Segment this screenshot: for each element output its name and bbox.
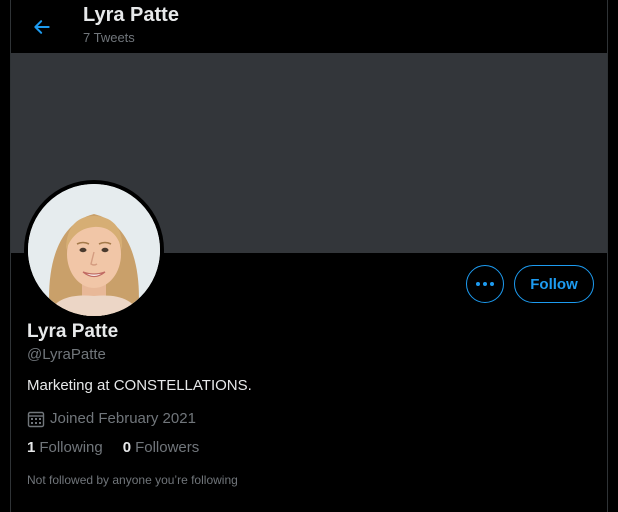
joined-text: Joined February 2021: [50, 410, 196, 427]
following-link[interactable]: 1 Following: [27, 439, 103, 457]
more-options-button[interactable]: [466, 265, 504, 303]
following-label: Following: [39, 439, 103, 456]
avatar-portrait: [28, 184, 160, 316]
top-bar: Lyra Patte 7 Tweets: [11, 0, 607, 53]
followers-link[interactable]: 0 Followers: [123, 439, 200, 457]
following-count: 1: [27, 439, 36, 456]
joined-date: Joined February 2021: [27, 410, 196, 428]
profile-page: Lyra Patte 7 Tweets Follow Lyra Patte @L…: [10, 0, 608, 512]
page-title: Lyra Patte: [83, 4, 179, 26]
display-name: Lyra Patte: [27, 321, 119, 342]
followed-by-note: Not followed by anyone you’re following: [27, 473, 238, 487]
followers-count: 0: [122, 439, 132, 456]
avatar-image: [28, 184, 160, 316]
follow-stats: 1 Following 0 Followers: [27, 439, 219, 457]
tweet-count: 7 Tweets: [83, 30, 135, 45]
calendar-icon: [27, 410, 45, 428]
followers-label: Followers: [135, 439, 200, 456]
back-button[interactable]: [27, 12, 57, 42]
bio: Marketing at CONSTELLATIONS.: [27, 377, 252, 394]
avatar[interactable]: [24, 180, 164, 320]
arrow-left-icon: [34, 20, 50, 34]
more-horizontal-icon: [476, 282, 494, 286]
user-handle: @LyraPatte: [27, 346, 106, 363]
follow-button[interactable]: Follow: [514, 265, 594, 303]
